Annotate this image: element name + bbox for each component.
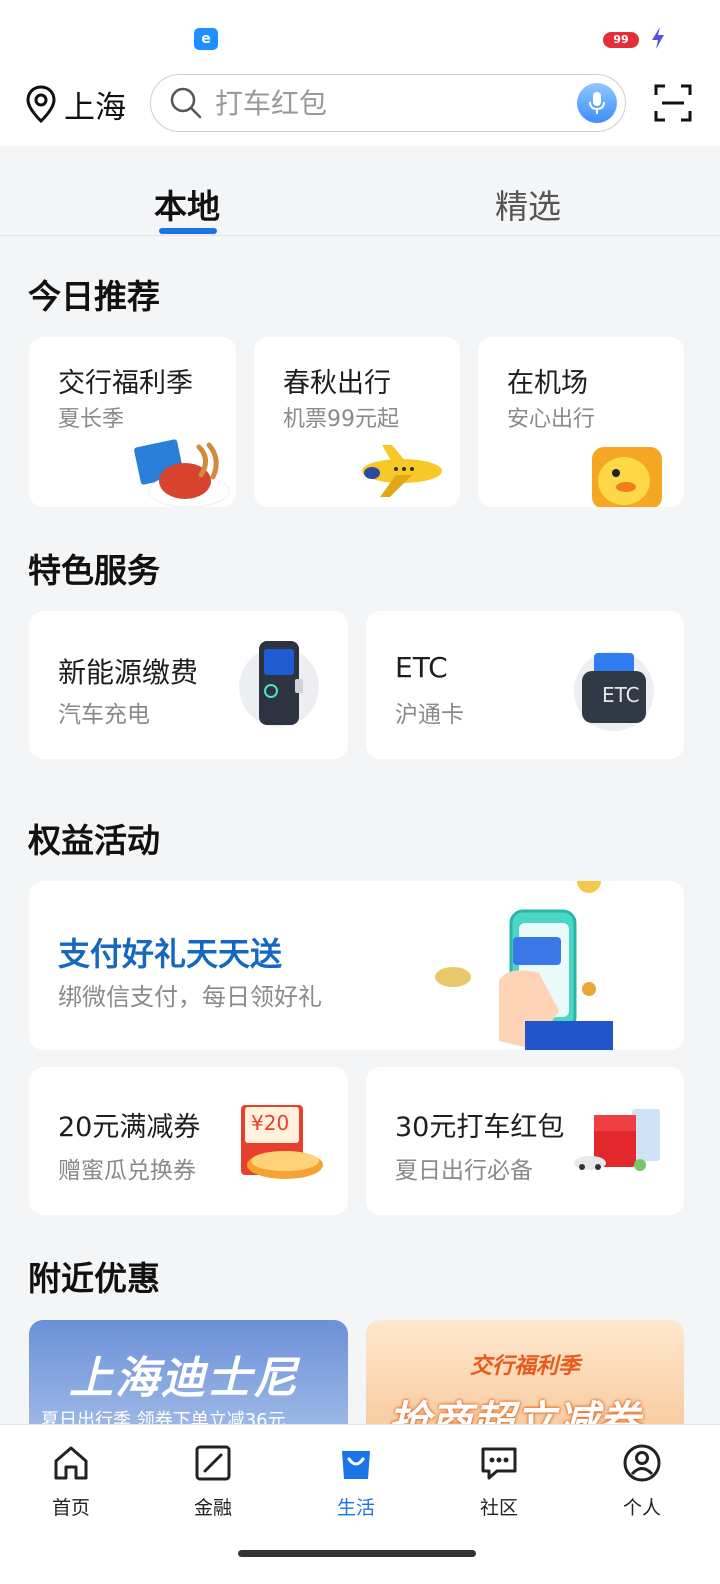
tab-featured[interactable]: 精选 (495, 180, 561, 228)
coupon-card-20-off[interactable]: 20元满减券 赠蜜瓜兑换券 ¥20 (29, 1067, 348, 1215)
bottom-navigation: 首页 金融 生活 社区 个人 (0, 1424, 720, 1536)
nav-label: 首页 (51, 1497, 90, 1519)
status-bar: e 99 (0, 0, 720, 72)
home-indicator[interactable] (238, 1550, 476, 1557)
city-label: 上海 (64, 89, 126, 126)
food-gift-icon (134, 439, 230, 507)
card-title: 新能源缴费 (58, 656, 199, 689)
active-tab-indicator (159, 228, 217, 234)
today-section-title: 今日推荐 (28, 277, 160, 316)
card-title: 在机场 (507, 368, 588, 399)
search-bar[interactable] (150, 74, 626, 132)
card-subtitle: 汽车充电 (58, 702, 150, 728)
coupon-amount-tag: ¥20 (251, 1111, 290, 1135)
finance-icon (195, 1445, 231, 1481)
etc-icon-text: ETC (602, 683, 640, 707)
coupon-card-taxi-red-packet[interactable]: 30元打车红包 夏日出行必备 (366, 1067, 684, 1215)
chat-icon (481, 1447, 517, 1480)
card-subtitle: 赠蜜瓜兑换券 (58, 1158, 196, 1184)
ev-charger-icon (239, 641, 319, 727)
airplane-icon (362, 445, 442, 497)
nav-item-finance[interactable]: 金融 (168, 1443, 258, 1520)
banner-title: 交行福利季 (470, 1354, 581, 1379)
gesture-area (0, 1536, 720, 1584)
promo-title: 支付好礼天天送 (58, 935, 283, 973)
location-pin-icon (26, 85, 56, 124)
search-icon (170, 87, 202, 119)
services-section-title: 特色服务 (28, 551, 160, 590)
scan-icon[interactable] (654, 84, 692, 122)
today-card-at-airport[interactable]: 在机场 安心出行 (478, 337, 684, 507)
content-tabs: 本地 精选 (0, 146, 720, 236)
location-selector[interactable]: 上海 (24, 82, 126, 126)
card-subtitle: 夏长季 (58, 407, 125, 432)
today-card-bocom-welfare[interactable]: 交行福利季 夏长季 (29, 337, 236, 507)
nav-item-profile[interactable]: 个人 (597, 1443, 687, 1520)
nearby-banner-bocom-supermarket[interactable]: 交行福利季 抢商超立减券 (366, 1320, 684, 1440)
today-card-spring-airlines[interactable]: 春秋出行 机票99元起 (254, 337, 460, 507)
notification-count-badge: 99 (603, 32, 639, 48)
voice-search-button[interactable] (577, 83, 617, 123)
card-subtitle: 沪通卡 (395, 702, 464, 728)
card-title: 春秋出行 (283, 368, 391, 399)
red-packet-car-icon (574, 1109, 660, 1171)
nav-label: 个人 (622, 1497, 661, 1519)
card-subtitle: 安心出行 (507, 407, 596, 432)
tab-local[interactable]: 本地 (154, 180, 220, 228)
home-icon (54, 1446, 88, 1480)
user-icon (623, 1444, 661, 1482)
nearby-banner-disneyland[interactable]: 上海迪士尼 夏日出行季 领券下单立减36元 (29, 1320, 348, 1440)
top-header: 上海 (0, 72, 720, 146)
search-input[interactable] (215, 86, 555, 120)
benefits-section-title: 权益活动 (28, 821, 160, 860)
promo-subtitle: 绑微信支付，每日领好礼 (58, 983, 322, 1011)
card-title: 交行福利季 (58, 368, 193, 399)
nav-label: 金融 (193, 1497, 232, 1519)
duck-mascot-icon (592, 447, 662, 507)
card-subtitle: 机票99元起 (283, 407, 399, 432)
nearby-section-title: 附近优惠 (28, 1259, 160, 1298)
charging-bolt-icon (652, 27, 664, 49)
service-card-ev-charging[interactable]: 新能源缴费 汽车充电 (29, 611, 348, 759)
promo-card-wechat-pay[interactable]: 支付好礼天天送 绑微信支付，每日领好礼 (29, 881, 684, 1050)
card-title: 30元打车红包 (395, 1112, 565, 1143)
nav-item-community[interactable]: 社区 (454, 1443, 544, 1520)
banner-title: 上海迪士尼 (69, 1353, 299, 1404)
nav-item-life[interactable]: 生活 (311, 1443, 401, 1520)
service-card-etc[interactable]: ETC 沪通卡 ETC (366, 611, 684, 759)
nav-item-home[interactable]: 首页 (26, 1443, 116, 1520)
phone-in-hand-icon (435, 881, 613, 1050)
card-subtitle: 夏日出行必备 (395, 1158, 533, 1184)
card-title: 20元满减券 (58, 1112, 201, 1143)
shopping-bag-icon (342, 1451, 370, 1479)
nav-label: 生活 (336, 1497, 375, 1519)
nav-label: 社区 (479, 1497, 518, 1519)
app-notification-icon: e (194, 28, 218, 50)
microphone-icon (589, 92, 605, 114)
card-title: ETC (395, 651, 448, 684)
